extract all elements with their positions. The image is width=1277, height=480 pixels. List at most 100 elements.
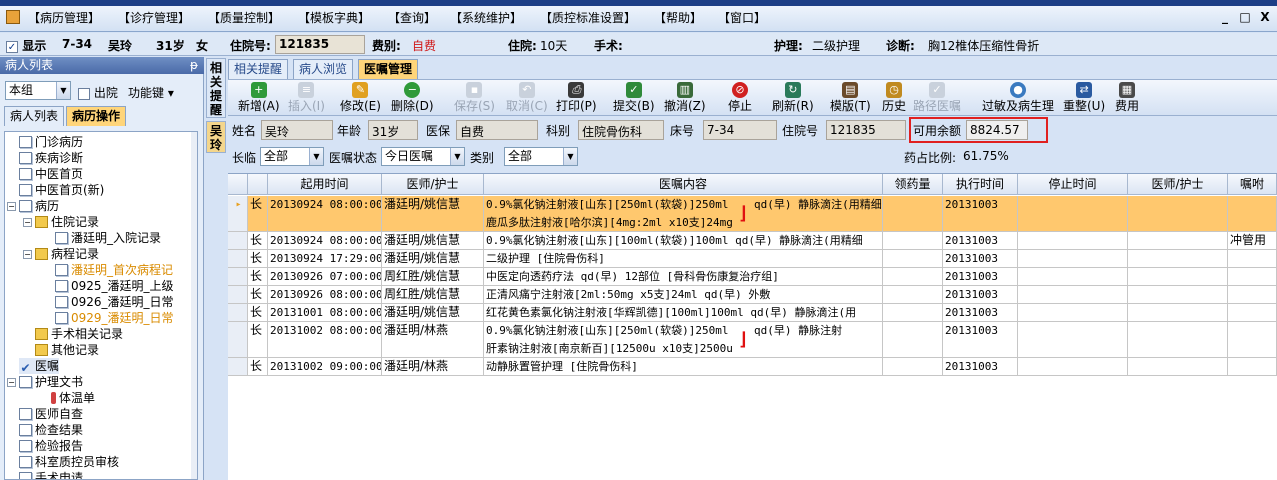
doctor-nurse-cell[interactable] bbox=[1128, 286, 1228, 304]
tab-record-operations[interactable]: 病历操作 bbox=[66, 106, 127, 126]
tree-item-self-check[interactable]: 医师自查 bbox=[19, 406, 83, 422]
tab-order-management[interactable]: 医嘱管理 bbox=[358, 59, 419, 79]
doctor-nurse-cell[interactable] bbox=[1128, 250, 1228, 268]
menu-item-template-dictionary[interactable]: 【模板字典】 bbox=[298, 9, 370, 27]
discharged-checkbox[interactable] bbox=[78, 87, 90, 100]
start-time-cell[interactable]: 20131002 09:00:00 bbox=[268, 358, 382, 376]
restore-button[interactable]: □ bbox=[1236, 9, 1254, 25]
dispense-cell[interactable] bbox=[883, 358, 943, 376]
refresh-button[interactable]: ↻ 刷新(R) bbox=[772, 82, 814, 115]
edit-button[interactable]: ✎ 修改(E) bbox=[340, 82, 381, 115]
tree-item-exam-results[interactable]: 检查结果 bbox=[19, 422, 83, 438]
tree-item-surgery-records[interactable]: 手术相关记录 bbox=[35, 326, 123, 342]
start-time-cell[interactable]: 20131002 08:00:00 bbox=[268, 322, 382, 358]
order-type-cell[interactable]: 长 bbox=[248, 286, 268, 304]
dispense-cell[interactable] bbox=[883, 250, 943, 268]
collapse-icon[interactable]: − bbox=[7, 202, 16, 211]
function-key-menu[interactable]: 功能键 ▾ bbox=[128, 84, 174, 101]
delete-button[interactable]: − 删除(D) bbox=[391, 82, 434, 115]
column-header-instructions[interactable]: 嘱咐 bbox=[1228, 174, 1277, 195]
instructions-cell[interactable] bbox=[1228, 196, 1277, 232]
tree-item-temperature-chart[interactable]: 体温单 bbox=[51, 390, 95, 406]
doctor-nurse-cell[interactable] bbox=[1128, 196, 1228, 232]
collapse-icon[interactable]: − bbox=[7, 378, 16, 387]
order-type-cell[interactable]: 长 bbox=[248, 268, 268, 286]
column-header-content[interactable]: 医嘱内容 bbox=[484, 174, 883, 195]
menu-item-qc-standards[interactable]: 【质控标准设置】 bbox=[540, 9, 636, 27]
save-button[interactable]: ▪ 保存(S) bbox=[454, 82, 495, 115]
print-button[interactable]: ⎙ 打印(P) bbox=[556, 82, 597, 115]
pathway-orders-button[interactable]: ✓ 路径医嘱 bbox=[913, 82, 961, 115]
stop-time-cell[interactable] bbox=[1018, 232, 1128, 250]
tree-scrollbar[interactable] bbox=[191, 132, 197, 479]
doctor-nurse-cell[interactable] bbox=[1128, 358, 1228, 376]
stop-time-cell[interactable] bbox=[1018, 358, 1128, 376]
reorganize-button[interactable]: ⇄ 重整(U) bbox=[1063, 82, 1105, 115]
chevron-down-icon[interactable]: ▼ bbox=[563, 148, 577, 165]
collapse-icon[interactable]: − bbox=[23, 218, 32, 227]
order-type-cell[interactable]: 长 bbox=[248, 322, 268, 358]
chevron-down-icon[interactable]: ▼ bbox=[56, 82, 70, 99]
stop-time-cell[interactable] bbox=[1018, 250, 1128, 268]
instructions-cell[interactable] bbox=[1228, 286, 1277, 304]
stop-time-cell[interactable] bbox=[1018, 286, 1128, 304]
exec-time-cell[interactable]: 20131003 bbox=[943, 322, 1018, 358]
order-type-cell[interactable]: 长 bbox=[248, 358, 268, 376]
template-button[interactable]: ▤ 模版(T) bbox=[830, 82, 871, 115]
exec-time-cell[interactable]: 20131003 bbox=[943, 286, 1018, 304]
tree-item-medical-records[interactable]: − 病历 bbox=[7, 198, 59, 214]
cancel-button[interactable]: ↶ 取消(C) bbox=[506, 82, 548, 115]
close-button[interactable]: X bbox=[1256, 9, 1274, 25]
start-time-cell[interactable]: 20130924 17:29:00 bbox=[268, 250, 382, 268]
exec-time-cell[interactable]: 20131003 bbox=[943, 268, 1018, 286]
submit-button[interactable]: ✓ 提交(B) bbox=[613, 82, 655, 115]
menu-item-query[interactable]: 【查询】 bbox=[388, 9, 436, 27]
doctor-cell[interactable]: 潘廷明/林燕 bbox=[382, 322, 484, 358]
tree-item-orders[interactable]: ✔ 医嘱 bbox=[19, 358, 60, 374]
tree-item-outpatient[interactable]: 门诊病历 bbox=[19, 134, 83, 150]
tab-patient-browse[interactable]: 病人浏览 bbox=[293, 59, 354, 79]
doctor-nurse-cell[interactable] bbox=[1128, 322, 1228, 358]
table-row[interactable]: 长 20131002 08:00:00 潘廷明/林燕 0.9%氯化钠注射液[山东][2… bbox=[228, 322, 1277, 358]
doctor-nurse-cell[interactable] bbox=[1128, 268, 1228, 286]
column-header-doctor-nurse[interactable]: 医师/护士 bbox=[1128, 174, 1228, 195]
order-content-cell[interactable]: 0.9%氯化钠注射液[山东][250ml(软袋)]250ml 鹿瓜多肽注射液[哈尔… bbox=[484, 196, 883, 232]
side-tab-patient[interactable]: 吴玲 bbox=[206, 121, 226, 153]
dispense-cell[interactable] bbox=[883, 268, 943, 286]
table-row[interactable]: 长 20130926 07:00:00 周红胜/姚信慧 中医定向透药疗法 qd(早) … bbox=[228, 268, 1277, 286]
dispense-cell[interactable] bbox=[883, 232, 943, 250]
exec-time-cell[interactable]: 20131003 bbox=[943, 358, 1018, 376]
side-tab-related[interactable]: 相关提醒 bbox=[206, 58, 226, 118]
order-content-cell[interactable]: 动静脉置管护理 [住院骨伤科] bbox=[484, 358, 883, 376]
chevron-down-icon[interactable]: ▼ bbox=[309, 148, 323, 165]
start-time-cell[interactable]: 20130924 08:00:00 bbox=[268, 232, 382, 250]
tree-item-admission-record[interactable]: 潘廷明_入院记录 bbox=[55, 230, 161, 246]
exec-time-cell[interactable]: 20131003 bbox=[943, 232, 1018, 250]
table-row[interactable]: 长 20130924 17:29:00 潘廷明/姚信慧 二级护理 [住院骨伤科] 201… bbox=[228, 250, 1277, 268]
start-time-cell[interactable]: 20131001 08:00:00 bbox=[268, 304, 382, 322]
tree-item-tcm-home[interactable]: 中医首页 bbox=[19, 166, 83, 182]
doctor-cell[interactable]: 潘廷明/姚信慧 bbox=[382, 232, 484, 250]
instructions-cell[interactable] bbox=[1228, 304, 1277, 322]
dispense-cell[interactable] bbox=[883, 286, 943, 304]
tree-item-diagnosis[interactable]: 疾病诊断 bbox=[19, 150, 83, 166]
tree-item-surgery-request[interactable]: 手术申请 bbox=[19, 470, 83, 479]
doctor-nurse-cell[interactable] bbox=[1128, 232, 1228, 250]
pin-icon[interactable]: ᵽ bbox=[190, 57, 198, 74]
table-row[interactable]: 长 20131001 08:00:00 潘廷明/姚信慧 红花黄色素氯化钠注射液[华辉凯… bbox=[228, 304, 1277, 322]
start-time-cell[interactable]: 20130924 08:00:00 bbox=[268, 196, 382, 232]
tree-item-nursing-docs[interactable]: − 护理文书 bbox=[7, 374, 83, 390]
allergy-button[interactable]: ● 过敏及病生理 bbox=[982, 82, 1054, 115]
tab-patient-list[interactable]: 病人列表 bbox=[4, 106, 65, 126]
menu-item-system-maintenance[interactable]: 【系统维护】 bbox=[450, 9, 522, 27]
tree-item-progress-records[interactable]: − 病程记录 bbox=[23, 246, 99, 262]
chevron-down-icon[interactable]: ▼ bbox=[450, 148, 464, 165]
order-content-cell[interactable]: 0.9%氯化钠注射液[山东][250ml(软袋)]250ml 肝素钠注射液[南京新… bbox=[484, 322, 883, 358]
discharged-toggle[interactable]: 出院 bbox=[78, 84, 118, 101]
doctor-cell[interactable]: 潘廷明/姚信慧 bbox=[382, 250, 484, 268]
dispense-cell[interactable] bbox=[883, 196, 943, 232]
menu-item-window[interactable]: 【窗口】 bbox=[718, 9, 766, 27]
menu-item-quality-control[interactable]: 【质量控制】 bbox=[208, 9, 280, 27]
instructions-cell[interactable] bbox=[1228, 268, 1277, 286]
stop-time-cell[interactable] bbox=[1018, 322, 1128, 358]
